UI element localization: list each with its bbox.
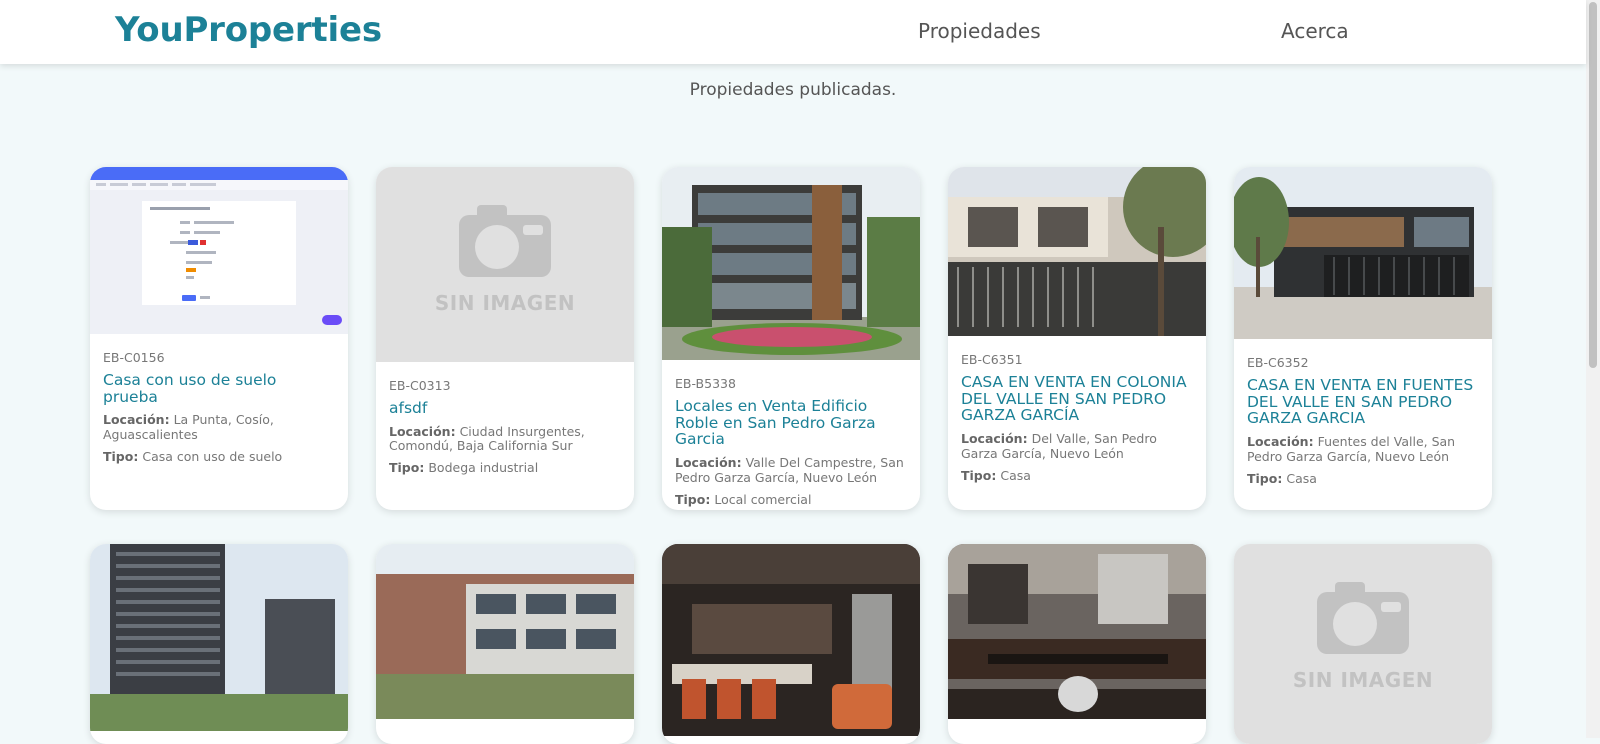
property-type: Tipo: Bodega industrial (389, 461, 621, 475)
property-title[interactable]: afsdf (389, 400, 621, 417)
property-card[interactable] (662, 544, 920, 744)
type-value: Casa (1286, 470, 1317, 486)
property-card[interactable]: EB-C0156 Casa con uso de suelo prueba Lo… (90, 167, 348, 510)
house-photo-image (948, 167, 1206, 336)
building-photo-image (662, 167, 920, 360)
house-photo-image (1234, 167, 1492, 339)
interior-photo-image (662, 544, 920, 736)
property-grid: EB-C0156 Casa con uso de suelo prueba Lo… (0, 0, 1586, 744)
navbar: YouProperties Propiedades Acerca (0, 0, 1586, 64)
property-image[interactable] (662, 544, 920, 736)
camera-icon (459, 205, 551, 277)
property-card[interactable]: EB-B5338 Locales en Venta Edificio Roble… (662, 167, 920, 510)
property-code: EB-C0313 (389, 378, 451, 393)
property-title[interactable]: Locales en Venta Edificio Roble en San P… (675, 398, 907, 448)
property-image[interactable] (90, 544, 348, 731)
nav-link-acerca[interactable]: Acerca (1281, 19, 1349, 43)
property-card[interactable] (90, 544, 348, 744)
property-card[interactable]: SIN IMAGEN (1234, 544, 1492, 744)
property-type: Tipo: Casa con uso de suelo (103, 450, 335, 464)
type-value: Casa con uso de suelo (142, 449, 283, 465)
location-label: Locación: (961, 431, 1028, 447)
type-label: Tipo: (961, 467, 997, 483)
type-value: Casa (1000, 467, 1031, 483)
screenshot-thumbnail-image (90, 167, 348, 325)
property-image[interactable] (948, 544, 1206, 719)
property-location: Locación: La Punta, Cosío, Aguascaliente… (103, 413, 335, 442)
property-code: EB-C0156 (103, 350, 165, 365)
nav-link-propiedades[interactable]: Propiedades (918, 19, 1041, 43)
page-scrollbar[interactable] (1586, 0, 1600, 738)
type-label: Tipo: (389, 460, 425, 476)
property-image[interactable] (1234, 167, 1492, 339)
property-image[interactable] (90, 167, 348, 334)
kitchen-photo-image (948, 544, 1206, 719)
property-type: Tipo: Casa (961, 467, 1193, 483)
location-label: Locación: (675, 455, 742, 471)
property-location: Locación: Del Valle, San Pedro Garza Gar… (961, 431, 1193, 461)
property-type: Tipo: Casa (1247, 470, 1479, 486)
type-value: Local comercial (714, 491, 812, 507)
property-location: Locación: Ciudad Insurgentes, Comondú, B… (389, 423, 621, 454)
apartments-photo-image (376, 544, 634, 719)
property-code: EB-C6351 (961, 352, 1023, 367)
property-image[interactable] (662, 167, 920, 360)
property-location: Locación: Fuentes del Valle, San Pedro G… (1247, 434, 1479, 464)
camera-icon (1317, 582, 1409, 654)
property-code: EB-B5338 (675, 376, 736, 391)
type-value: Bodega industrial (428, 460, 539, 476)
property-card[interactable]: EB-C6352 CASA EN VENTA EN FUENTES DEL VA… (1234, 167, 1492, 510)
type-label: Tipo: (675, 491, 711, 507)
type-label: Tipo: (1247, 470, 1283, 486)
property-image[interactable] (376, 544, 634, 719)
property-code: EB-C6352 (1247, 355, 1309, 370)
property-card[interactable]: SIN IMAGEN EB-C0313 afsdf Locación: Ciud… (376, 167, 634, 510)
property-title[interactable]: CASA EN VENTA EN COLONIA DEL VALLE EN SA… (961, 374, 1193, 424)
location-label: Locación: (1247, 434, 1314, 450)
location-label: Locación: (103, 412, 170, 428)
property-card[interactable] (376, 544, 634, 744)
tower-photo-image (90, 544, 348, 731)
scrollbar-thumb[interactable] (1589, 2, 1597, 368)
location-label: Locación: (389, 423, 456, 439)
no-image-label: SIN IMAGEN (1292, 668, 1434, 692)
property-type: Tipo: Local comercial (675, 491, 907, 507)
property-card[interactable]: EB-C6351 CASA EN VENTA EN COLONIA DEL VA… (948, 167, 1206, 510)
no-image-label: SIN IMAGEN (434, 291, 576, 315)
property-location: Locación: Valle Del Campestre, San Pedro… (675, 455, 907, 485)
property-image[interactable]: SIN IMAGEN (1234, 544, 1492, 744)
property-image[interactable]: SIN IMAGEN (376, 167, 634, 362)
type-label: Tipo: (103, 449, 139, 465)
property-title[interactable]: Casa con uso de suelo prueba (103, 372, 335, 406)
property-title[interactable]: CASA EN VENTA EN FUENTES DEL VALLE EN SA… (1247, 377, 1479, 427)
brand-logo[interactable]: YouProperties (115, 10, 382, 50)
property-card[interactable] (948, 544, 1206, 744)
property-image[interactable] (948, 167, 1206, 336)
